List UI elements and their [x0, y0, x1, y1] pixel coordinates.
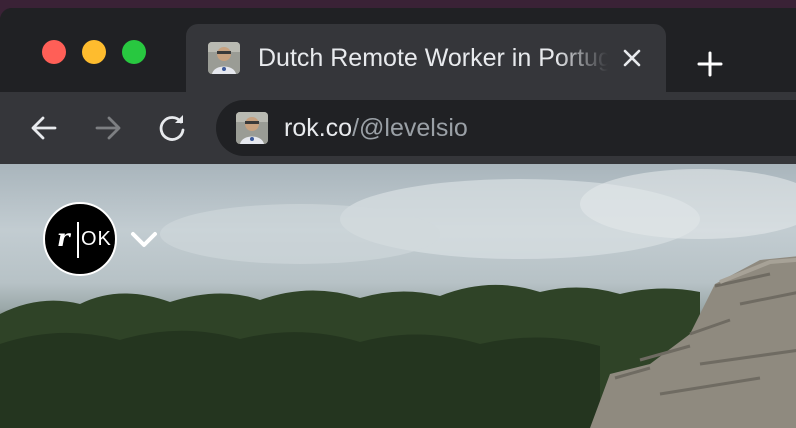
- browser-window: Dutch Remote Worker in Portug rok.co/@le…: [0, 8, 796, 428]
- tab-active[interactable]: Dutch Remote Worker in Portug: [186, 24, 666, 92]
- logo-text: OK: [81, 228, 112, 250]
- window-zoom-button[interactable]: [122, 40, 146, 64]
- close-icon[interactable]: [620, 46, 644, 70]
- window-minimize-button[interactable]: [82, 40, 106, 64]
- reload-icon[interactable]: [154, 110, 190, 146]
- profile-photo-favicon: [208, 42, 240, 74]
- browser-toolbar: rok.co/@levelsio: [0, 92, 796, 164]
- arrow-left-icon[interactable]: [26, 110, 62, 146]
- logo-letter: r: [57, 223, 70, 252]
- rok-logo[interactable]: r OK: [43, 202, 117, 276]
- url-host: rok.co: [284, 114, 353, 142]
- address-bar[interactable]: rok.co/@levelsio: [216, 100, 796, 156]
- chevron-down-icon[interactable]: [128, 228, 160, 252]
- profile-photo-favicon: [236, 112, 268, 144]
- window-close-button[interactable]: [42, 40, 66, 64]
- hero-background-image: [0, 169, 796, 428]
- logo-divider: [77, 222, 79, 258]
- arrow-right-icon[interactable]: [90, 110, 126, 146]
- tab-strip: Dutch Remote Worker in Portug: [0, 8, 796, 92]
- plus-icon[interactable]: [692, 46, 728, 82]
- page-content: r OK: [0, 164, 796, 428]
- url-path: /@levelsio: [352, 114, 468, 142]
- tab-title: Dutch Remote Worker in Portug: [258, 44, 608, 72]
- url-text[interactable]: rok.co/@levelsio: [284, 113, 468, 143]
